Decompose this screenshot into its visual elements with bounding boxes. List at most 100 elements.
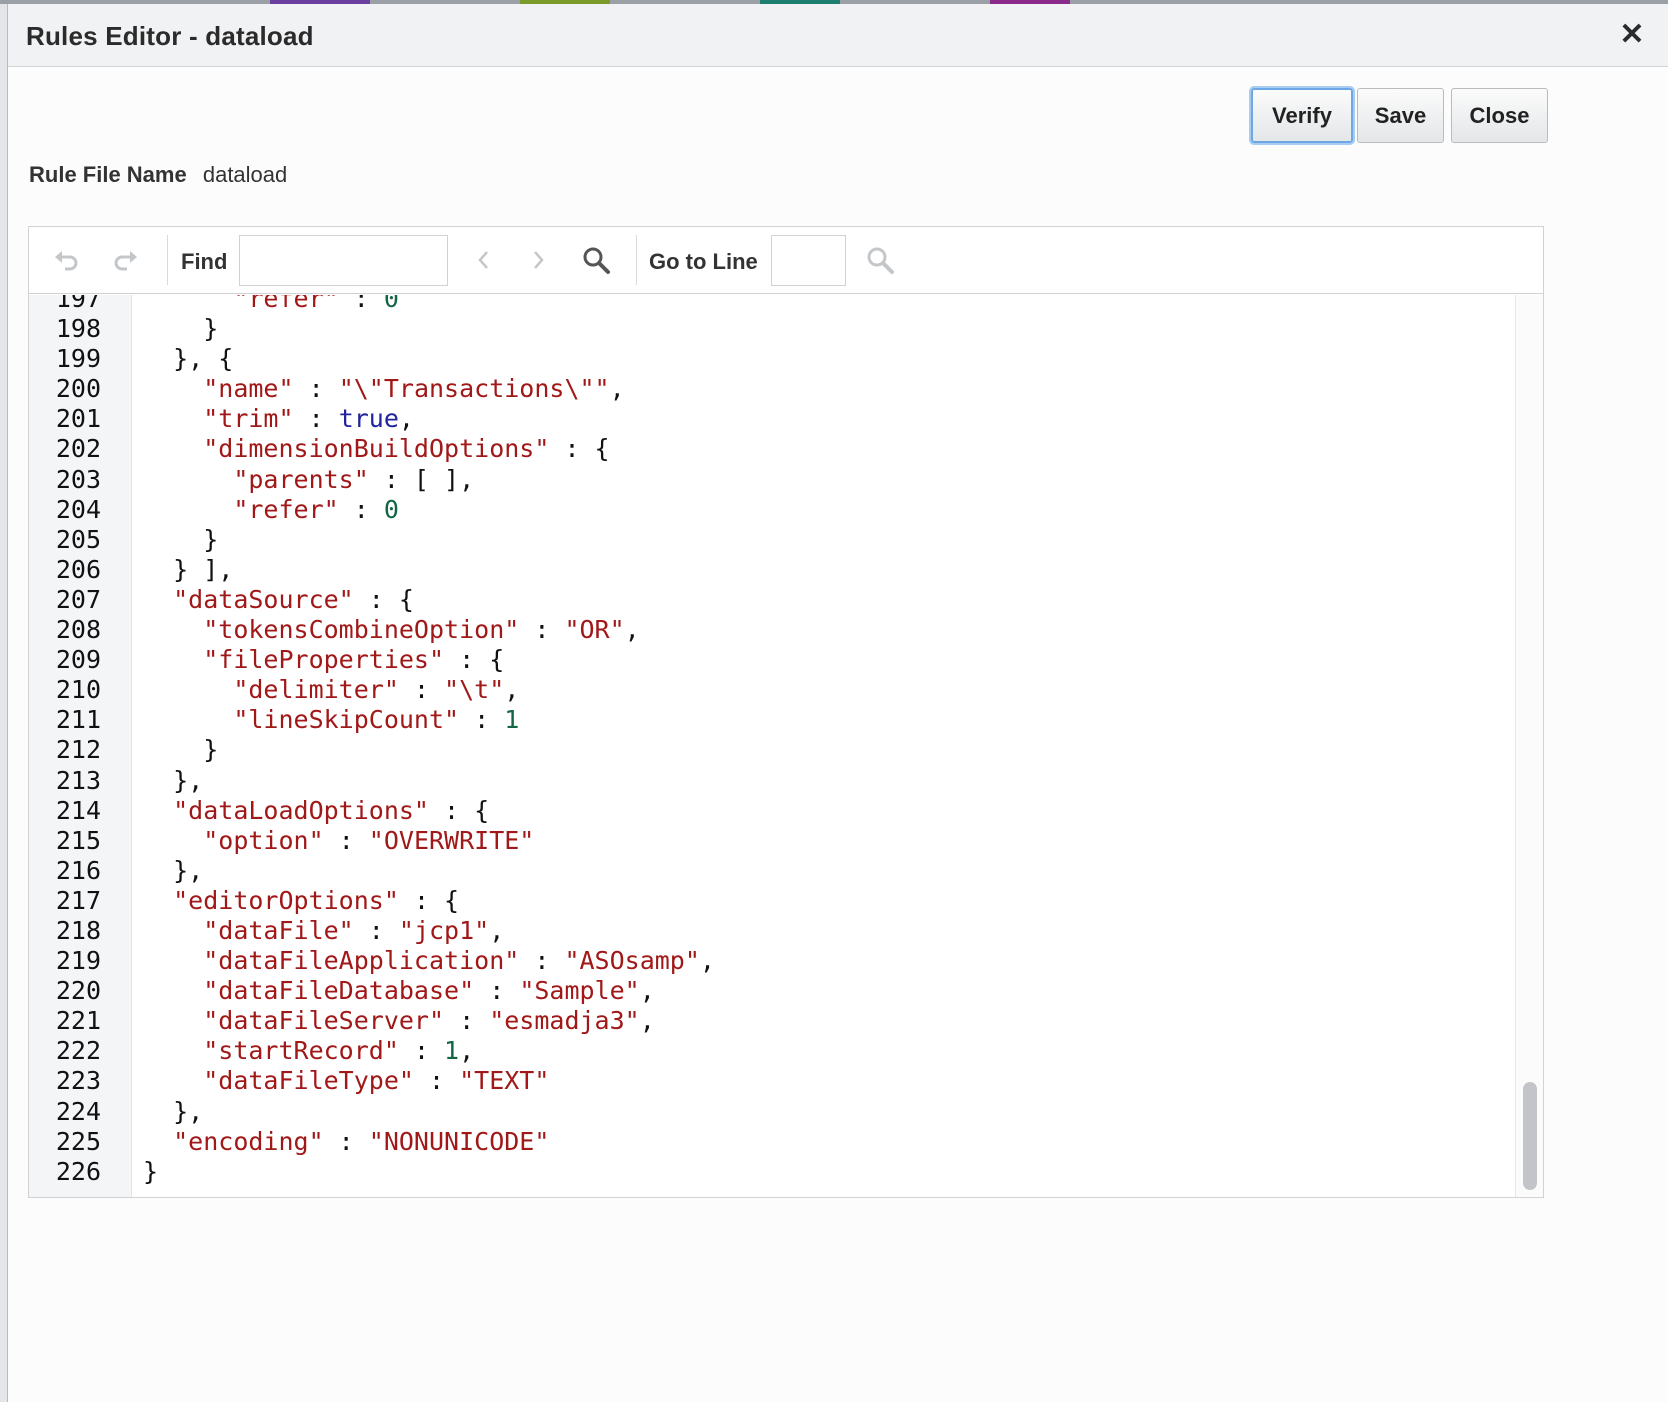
line-number: 215	[55, 825, 101, 855]
code-line[interactable]: 221 "dataFileServer" : "esmadja3",	[29, 1006, 1514, 1036]
code-line[interactable]: 211 "lineSkipCount" : 1	[29, 705, 1514, 735]
scrollbar-thumb[interactable]	[1523, 1082, 1537, 1190]
code-line[interactable]: 212 }	[29, 735, 1514, 765]
undo-icon[interactable]	[51, 245, 81, 275]
code-line[interactable]: 205 }	[29, 525, 1514, 555]
line-number: 219	[55, 946, 101, 976]
chevron-right-icon[interactable]	[523, 245, 553, 275]
code-text[interactable]: "dataFileDatabase" : "Sample",	[143, 976, 655, 1006]
line-number: 212	[55, 735, 101, 765]
line-number: 201	[55, 404, 101, 434]
code-text[interactable]: },	[143, 766, 203, 796]
line-number: 226	[55, 1156, 101, 1186]
line-number: 218	[55, 915, 101, 945]
line-number: 198	[55, 314, 101, 344]
code-text[interactable]: "trim" : true,	[143, 404, 414, 434]
code-line[interactable]: 201 "trim" : true,	[29, 404, 1514, 434]
code-text[interactable]: "dataFileApplication" : "ASOsamp",	[143, 946, 715, 976]
toolbar-divider	[636, 235, 637, 285]
code-line[interactable]: 203 "parents" : [ ],	[29, 465, 1514, 495]
code-text[interactable]: "refer" : 0	[143, 495, 399, 525]
code-text[interactable]: "tokensCombineOption" : "OR",	[143, 615, 640, 645]
code-line[interactable]: 218 "dataFile" : "jcp1",	[29, 916, 1514, 946]
code-text[interactable]: "editorOptions" : {	[143, 886, 459, 916]
code-line[interactable]: 206 } ],	[29, 555, 1514, 585]
code-line[interactable]: 226}	[29, 1157, 1514, 1187]
line-number: 220	[55, 976, 101, 1006]
search-icon[interactable]	[581, 245, 611, 275]
line-number: 211	[55, 705, 101, 735]
line-number: 221	[55, 1006, 101, 1036]
code-text[interactable]: },	[143, 856, 203, 886]
line-number: 199	[55, 344, 101, 374]
code-text[interactable]: "option" : "OVERWRITE"	[143, 826, 534, 856]
code-text[interactable]: }	[143, 314, 218, 344]
code-line[interactable]: 199 }, {	[29, 344, 1514, 374]
code-text[interactable]: "dataLoadOptions" : {	[143, 796, 489, 826]
code-line[interactable]: 210 "delimiter" : "\t",	[29, 675, 1514, 705]
dialog-close-icon[interactable]: ✕	[1615, 18, 1649, 52]
code-line[interactable]: 222 "startRecord" : 1,	[29, 1036, 1514, 1066]
code-text[interactable]: "parents" : [ ],	[143, 465, 474, 495]
line-number: 223	[55, 1066, 101, 1096]
code-text[interactable]: "encoding" : "NONUNICODE"	[143, 1127, 549, 1157]
code-line[interactable]: 223 "dataFileType" : "TEXT"	[29, 1066, 1514, 1096]
code-line[interactable]: 200 "name" : "\"Transactions\"",	[29, 374, 1514, 404]
code-line[interactable]: 202 "dimensionBuildOptions" : {	[29, 434, 1514, 464]
code-text[interactable]: "dataFileType" : "TEXT"	[143, 1066, 549, 1096]
code-line[interactable]: 216 },	[29, 856, 1514, 886]
code-text[interactable]: "dataFile" : "jcp1",	[143, 916, 504, 946]
code-text[interactable]: "lineSkipCount" : 1	[143, 705, 519, 735]
code-text[interactable]: "delimiter" : "\t",	[143, 675, 519, 705]
code-line[interactable]: 215 "option" : "OVERWRITE"	[29, 826, 1514, 856]
code-text[interactable]: "dataSource" : {	[143, 585, 414, 615]
code-line[interactable]: 204 "refer" : 0	[29, 495, 1514, 525]
close-button[interactable]: Close	[1451, 88, 1548, 143]
code-line[interactable]: 219 "dataFileApplication" : "ASOsamp",	[29, 946, 1514, 976]
code-line[interactable]: 209 "fileProperties" : {	[29, 645, 1514, 675]
redo-icon[interactable]	[111, 245, 141, 275]
code-text[interactable]: }, {	[143, 344, 233, 374]
line-number: 202	[55, 434, 101, 464]
code-line[interactable]: 224 },	[29, 1097, 1514, 1127]
code-text[interactable]: }	[143, 1157, 158, 1187]
code-text[interactable]: }	[143, 525, 218, 555]
code-line[interactable]: 208 "tokensCombineOption" : "OR",	[29, 615, 1514, 645]
code-text[interactable]: "dataFileServer" : "esmadja3",	[143, 1006, 655, 1036]
code-text[interactable]: "name" : "\"Transactions\"",	[143, 374, 624, 404]
code-line[interactable]: 213 },	[29, 766, 1514, 796]
code-editor: Find Go to Line 197 "refer" : 0 198} 19…	[28, 226, 1544, 1198]
line-number: 216	[55, 855, 101, 885]
find-input[interactable]	[239, 235, 448, 286]
code-line[interactable]: 207 "dataSource" : {	[29, 585, 1514, 615]
code-text[interactable]: } ],	[143, 555, 233, 585]
line-number: 213	[55, 765, 101, 795]
editor-toolbar: Find Go to Line	[29, 227, 1543, 294]
verify-button[interactable]: Verify	[1251, 88, 1353, 143]
code-line[interactable]: 225 "encoding" : "NONUNICODE"	[29, 1127, 1514, 1157]
chevron-left-icon[interactable]	[469, 245, 499, 275]
line-number: 225	[55, 1126, 101, 1156]
code-line[interactable]: 214 "dataLoadOptions" : {	[29, 796, 1514, 826]
code-text[interactable]: }	[143, 735, 218, 765]
line-number: 209	[55, 645, 101, 675]
vertical-scrollbar[interactable]	[1515, 295, 1543, 1197]
code-text[interactable]: "dimensionBuildOptions" : {	[143, 434, 609, 464]
go-to-line-search-icon[interactable]	[865, 245, 895, 275]
rule-file-name-label: Rule File Name	[29, 162, 187, 187]
code-area[interactable]: 197 "refer" : 0 198 } 199 }, {200 "name" :…	[29, 295, 1543, 1197]
save-button[interactable]: Save	[1357, 88, 1444, 143]
line-number: 224	[55, 1096, 101, 1126]
code-line[interactable]: 217 "editorOptions" : {	[29, 886, 1514, 916]
code-line[interactable]: 198 }	[29, 314, 1514, 344]
rule-file-name-value: dataload	[202, 162, 288, 187]
code-text[interactable]: "fileProperties" : {	[143, 645, 504, 675]
code-text[interactable]: "refer" : 0	[143, 295, 399, 314]
code-text[interactable]: },	[143, 1097, 203, 1127]
code-line[interactable]: 220 "dataFileDatabase" : "Sample",	[29, 976, 1514, 1006]
code-text[interactable]: "startRecord" : 1,	[143, 1036, 474, 1066]
go-to-line-input[interactable]	[771, 235, 846, 286]
find-label: Find	[181, 249, 228, 274]
code-lines[interactable]: 197 "refer" : 0 198 } 199 }, {200 "name" :…	[29, 295, 1514, 1187]
code-line[interactable]: 197 "refer" : 0	[29, 295, 1514, 314]
